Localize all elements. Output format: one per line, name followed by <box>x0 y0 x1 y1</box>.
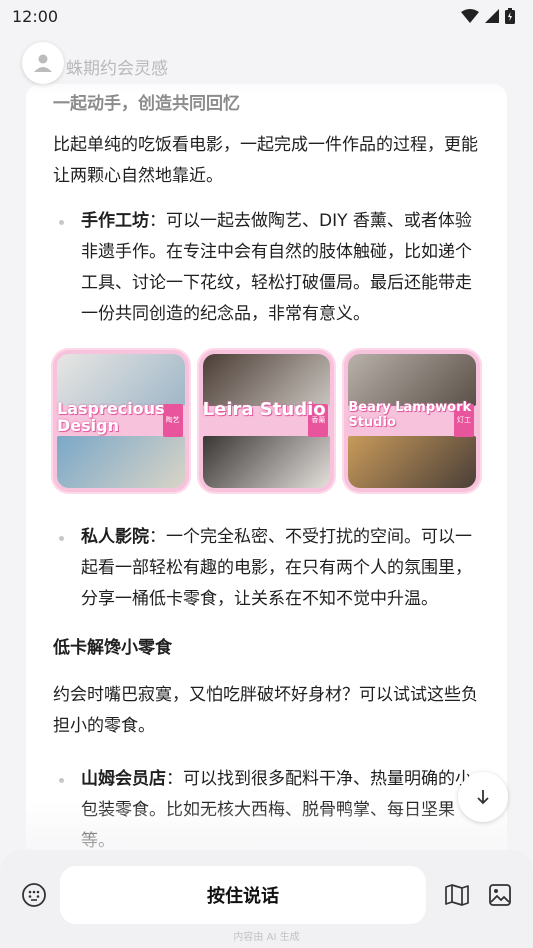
studio-image-3[interactable]: 灯工 Beary Lampwork Studio <box>342 348 483 494</box>
emoji-icon <box>22 883 46 907</box>
list-item: 私人影院：一个完全私密、不受打扰的空间。可以一起看一部轻松有趣的电影，在只有两个… <box>53 522 480 615</box>
section-intro: 约会时嘴巴寂寞，又怕吃胖破坏好身材？可以试试这些负担小的零食。 <box>53 685 478 736</box>
hold-to-talk-button[interactable]: 按住说话 <box>60 866 426 924</box>
section-subheading: 一起动手，创造共同回忆 <box>53 94 240 114</box>
arrow-down-icon <box>477 790 489 805</box>
scroll-down-button[interactable] <box>458 772 508 822</box>
image-button[interactable] <box>486 881 514 909</box>
section-heading: 低卡解馋小零食 <box>53 638 172 658</box>
ai-disclaimer: 内容由 AI 生成 <box>233 932 300 943</box>
list-item: 手作工坊：可以一起去做陶艺、DIY 香薰、或者体验非遗手作。在专注中会有自然的肢… <box>53 206 480 330</box>
studio-image-2[interactable]: 香薰 Leira Studio <box>196 348 337 494</box>
intro-paragraph: 比起单纯的吃饭看电影，一起完成一件作品的过程，更能让两颗心自然地靠近。 <box>53 135 478 186</box>
input-bar: 按住说话 内容由 AI 生成 <box>0 850 533 948</box>
map-button[interactable] <box>443 881 471 909</box>
chat-header: 蛛期约会灵感 <box>0 34 533 94</box>
status-time: 12:00 <box>12 6 59 26</box>
status-bar: 12:00 <box>0 0 533 32</box>
chat-title: 蛛期约会灵感 <box>66 59 168 79</box>
studio-image-1[interactable]: 陶艺 Lasprecious Design <box>51 348 191 494</box>
message-content: 一起动手，创造共同回忆 比起单纯的吃饭看电影，一起完成一件作品的过程，更能让两颗… <box>26 84 507 857</box>
bullet-list-1: 手作工坊：可以一起去做陶艺、DIY 香薰、或者体验非遗手作。在专注中会有自然的肢… <box>53 206 480 330</box>
map-icon <box>445 884 469 906</box>
emoji-button[interactable] <box>20 881 48 909</box>
message-card: 一起动手，创造共同回忆 比起单纯的吃饭看电影，一起完成一件作品的过程，更能让两颗… <box>26 84 507 914</box>
bullet-list-2: 私人影院：一个完全私密、不受打扰的空间。可以一起看一部轻松有趣的电影，在只有两个… <box>53 522 480 615</box>
signal-icon <box>485 9 499 23</box>
avatar[interactable] <box>22 42 64 84</box>
status-icons <box>461 8 515 24</box>
image-gallery: 陶艺 Lasprecious Design 香薰 Leira Studio 灯工… <box>51 348 483 494</box>
battery-icon <box>505 8 515 24</box>
image-icon <box>489 884 511 906</box>
avatar-icon <box>34 54 52 72</box>
wifi-icon <box>461 9 479 23</box>
